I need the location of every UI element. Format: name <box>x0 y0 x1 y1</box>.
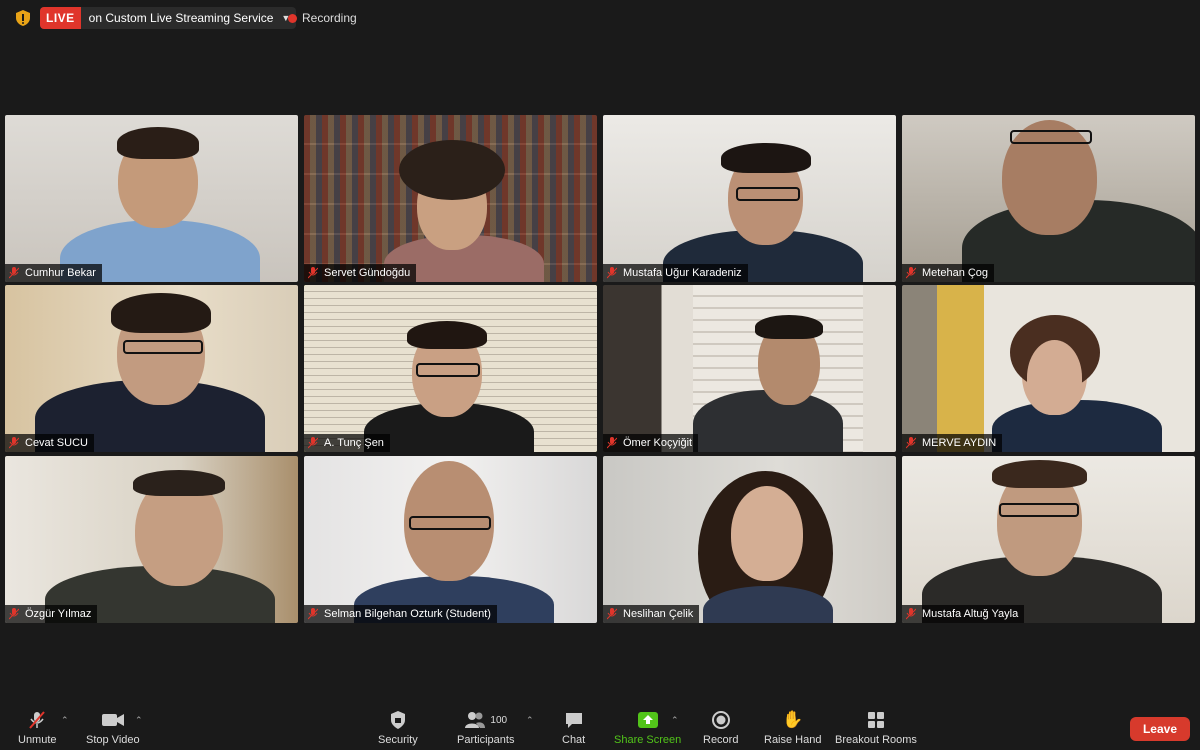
participant-name-tag: Mustafa Uğur Karadeniz <box>603 264 748 282</box>
participant-name-tag: Ömer Koçyiğit <box>603 434 699 452</box>
raise-hand-label: Raise Hand <box>764 734 822 746</box>
chat-button[interactable]: Chat <box>562 709 585 746</box>
recording-label: Recording <box>302 11 357 25</box>
record-label: Record <box>703 734 739 746</box>
leave-button[interactable]: Leave <box>1129 717 1190 741</box>
chevron-up-icon[interactable]: ⌃ <box>61 715 69 726</box>
breakout-rooms-label: Breakout Rooms <box>835 734 917 746</box>
chat-bubble-icon <box>565 713 582 728</box>
participant-name: Mustafa Altuğ Yayla <box>922 608 1019 620</box>
video-tile[interactable]: Mustafa Uğur Karadeniz <box>603 115 896 282</box>
meeting-toolbar: Unmute ⌃ Stop Video ⌃ Security 100 Parti… <box>0 705 1200 750</box>
chevron-up-icon[interactable]: ⌃ <box>526 715 534 726</box>
mic-muted-icon <box>9 437 19 449</box>
unmute-label: Unmute <box>18 734 57 746</box>
video-grid: Cumhur Bekar Servet Gündoğdu Mustafa Uğu… <box>5 115 1195 623</box>
video-tile[interactable]: Cevat SUCU <box>5 285 298 452</box>
mic-muted-icon <box>308 437 318 449</box>
mic-muted-icon <box>29 711 46 729</box>
stop-video-button[interactable]: Stop Video <box>86 709 140 746</box>
participant-name-tag: MERVE AYDIN <box>902 434 1003 452</box>
meeting-top-bar: LIVE on Custom Live Streaming Service ▼ … <box>0 0 1200 36</box>
live-stream-label: on Custom Live Streaming Service <box>88 11 274 25</box>
chevron-up-icon[interactable]: ⌃ <box>671 715 679 726</box>
participant-name: Metehan Çog <box>922 267 989 279</box>
share-screen-icon <box>637 712 658 728</box>
record-button[interactable]: Record <box>703 709 738 746</box>
share-screen-label: Share Screen <box>614 734 682 746</box>
video-tile[interactable]: Metehan Çog <box>902 115 1195 282</box>
participant-name-tag: Servet Gündoğdu <box>304 264 417 282</box>
participant-name: Neslihan Çelik <box>623 608 694 620</box>
participants-button[interactable]: 100 Participants <box>457 709 514 746</box>
mic-muted-icon <box>607 437 617 449</box>
participant-count: 100 <box>490 714 508 726</box>
participant-name: Servet Gündoğdu <box>324 267 411 279</box>
participant-name-tag: Mustafa Altuğ Yayla <box>902 605 1025 623</box>
security-button[interactable]: Security <box>378 709 418 746</box>
chevron-up-icon[interactable]: ⌃ <box>135 715 143 726</box>
participant-name-tag: Metehan Çog <box>902 264 995 282</box>
participant-name: A. Tunç Şen <box>324 437 384 449</box>
breakout-rooms-button[interactable]: Breakout Rooms <box>835 709 917 746</box>
participant-name: Mustafa Uğur Karadeniz <box>623 267 742 279</box>
participants-label: Participants <box>457 734 515 746</box>
video-tile[interactable]: Cumhur Bekar <box>5 115 298 282</box>
recording-indicator: Recording <box>288 11 357 25</box>
video-tile[interactable]: Özgür Yılmaz <box>5 456 298 623</box>
unmute-button[interactable]: Unmute <box>18 709 57 746</box>
mic-muted-icon <box>607 267 617 279</box>
video-tile[interactable]: Servet Gündoğdu <box>304 115 597 282</box>
breakout-rooms-icon <box>867 712 884 728</box>
participant-name: Cumhur Bekar <box>25 267 96 279</box>
shield-icon[interactable] <box>14 9 32 27</box>
video-tile[interactable]: Neslihan Çelik <box>603 456 896 623</box>
mic-muted-icon <box>607 608 617 620</box>
recording-dot-icon <box>288 13 297 23</box>
participant-name-tag: Selman Bilgehan Ozturk (Student) <box>304 605 497 623</box>
live-stream-dropdown[interactable]: LIVE on Custom Live Streaming Service ▼ <box>40 7 297 29</box>
raise-hand-icon: ✋ <box>782 710 804 729</box>
mic-muted-icon <box>308 608 318 620</box>
record-icon <box>711 711 730 729</box>
video-camera-icon <box>101 714 124 726</box>
mic-muted-icon <box>9 608 19 620</box>
raise-hand-button[interactable]: ✋ Raise Hand <box>764 709 821 746</box>
mic-muted-icon <box>906 267 916 279</box>
mic-muted-icon <box>906 437 916 449</box>
participant-name: Özgür Yılmaz <box>25 608 92 620</box>
participant-name-tag: Cevat SUCU <box>5 434 94 452</box>
participant-name-tag: Neslihan Çelik <box>603 605 700 623</box>
participant-name: Ömer Koçyiğit <box>623 437 693 449</box>
video-tile-active-speaker[interactable]: A. Tunç Şen <box>304 285 597 452</box>
video-tile[interactable]: Mustafa Altuğ Yayla <box>902 456 1195 623</box>
shield-icon <box>390 711 405 729</box>
security-label: Security <box>378 734 418 746</box>
stop-video-label: Stop Video <box>86 734 140 746</box>
chat-label: Chat <box>562 734 586 746</box>
video-tile[interactable]: Ömer Koçyiğit <box>603 285 896 452</box>
participant-name-tag: Cumhur Bekar <box>5 264 102 282</box>
mic-muted-icon <box>9 267 19 279</box>
participant-name-tag: A. Tunç Şen <box>304 434 390 452</box>
participant-name: Cevat SUCU <box>25 437 88 449</box>
video-tile[interactable]: Selman Bilgehan Ozturk (Student) <box>304 456 597 623</box>
participant-name-tag: Özgür Yılmaz <box>5 605 98 623</box>
mic-muted-icon <box>906 608 916 620</box>
mic-muted-icon <box>308 267 318 279</box>
people-icon <box>465 712 486 728</box>
participant-name: Selman Bilgehan Ozturk (Student) <box>324 608 491 620</box>
live-badge: LIVE <box>40 7 81 29</box>
video-tile[interactable]: MERVE AYDIN <box>902 285 1195 452</box>
participant-name: MERVE AYDIN <box>922 437 997 449</box>
